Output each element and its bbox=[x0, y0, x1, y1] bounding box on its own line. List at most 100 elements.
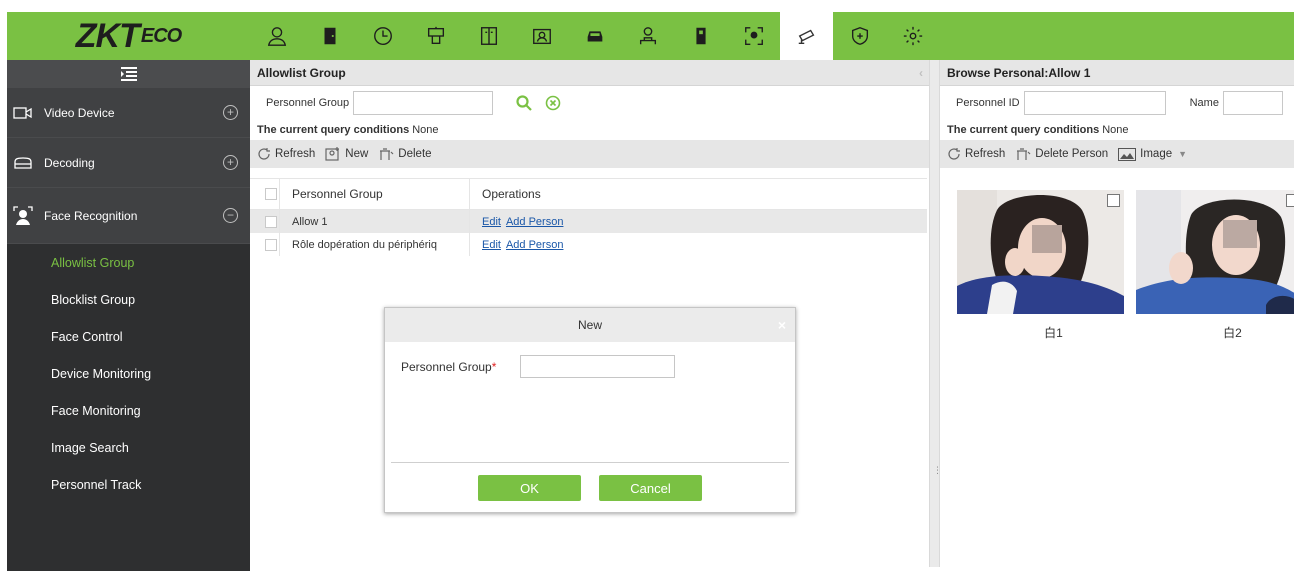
dropdown-caret-icon: ▼ bbox=[1178, 149, 1188, 159]
sidebar-item-personnel-track[interactable]: Personnel Track bbox=[7, 466, 250, 503]
patrol-icon[interactable] bbox=[621, 12, 674, 60]
video-device-icon bbox=[12, 102, 34, 124]
row-group-name: Allow 1 bbox=[280, 210, 470, 233]
sidebar: Video Device + Decoding + Face Recogniti… bbox=[7, 60, 250, 571]
personnel-query-bar: Personnel ID Name bbox=[940, 86, 1294, 119]
photo-checkbox[interactable] bbox=[1286, 194, 1294, 207]
entrance-icon[interactable] bbox=[727, 12, 780, 60]
sidebar-item-allowlist-group[interactable]: Allowlist Group bbox=[7, 244, 250, 281]
personnel-id-label: Personnel ID bbox=[956, 96, 1020, 109]
edit-link[interactable]: Edit bbox=[482, 216, 501, 228]
elevator-icon[interactable] bbox=[409, 12, 462, 60]
person-photo[interactable] bbox=[957, 190, 1124, 314]
visitor-icon[interactable] bbox=[515, 12, 568, 60]
elevator-control-icon[interactable] bbox=[674, 12, 727, 60]
zkteco-logo: ZKT ECO bbox=[75, 16, 182, 55]
sidebar-item-face-monitoring[interactable]: Face Monitoring bbox=[7, 392, 250, 429]
query-conditions: The current query conditions None bbox=[257, 123, 439, 136]
delete-icon bbox=[380, 148, 394, 160]
menu-collapse-icon bbox=[120, 67, 137, 81]
person-photo[interactable] bbox=[1136, 190, 1294, 314]
table-header: Personnel Group Operations bbox=[250, 178, 927, 210]
personnel-group-name-input[interactable] bbox=[520, 355, 676, 378]
sidebar-item-blocklist-group[interactable]: Blocklist Group bbox=[7, 281, 250, 318]
cancel-button[interactable]: Cancel bbox=[599, 475, 702, 501]
video-camera-icon[interactable] bbox=[780, 12, 833, 60]
personnel-photo-list: 白1 白2 bbox=[940, 168, 1294, 341]
security-shield-icon[interactable] bbox=[833, 12, 886, 60]
personnel-group-field-label: Personnel Group* bbox=[401, 359, 497, 374]
dialog-form-row: Personnel Group* bbox=[385, 342, 795, 382]
photo-card[interactable]: 白2 bbox=[1136, 190, 1294, 341]
photo-checkbox[interactable] bbox=[1107, 194, 1120, 207]
top-strip bbox=[0, 0, 1294, 12]
image-icon bbox=[1118, 147, 1137, 161]
new-group-dialog: New × Personnel Group* OK Cancel bbox=[384, 307, 796, 513]
door-icon[interactable] bbox=[303, 12, 356, 60]
expand-plus-icon[interactable]: + bbox=[223, 155, 238, 170]
new-group-icon bbox=[325, 147, 340, 161]
name-input[interactable] bbox=[1222, 90, 1283, 115]
personnel-id-input[interactable] bbox=[1023, 90, 1166, 115]
add-person-link[interactable]: Add Person bbox=[506, 216, 563, 228]
table-row[interactable]: Rôle dopération du périphériq Edit Add P… bbox=[250, 233, 927, 256]
required-marker: * bbox=[491, 359, 497, 374]
ok-button[interactable]: OK bbox=[478, 475, 581, 501]
panel-title: Browse Personal:Allow 1 bbox=[940, 60, 1294, 86]
toolbar: Refresh New Delete bbox=[250, 140, 929, 168]
row-group-name: Rôle dopération du périphériq bbox=[280, 233, 470, 256]
refresh-button[interactable]: Refresh bbox=[257, 147, 315, 161]
sidebar-item-image-search[interactable]: Image Search bbox=[7, 429, 250, 466]
query-conditions: The current query conditions None bbox=[947, 123, 1129, 136]
table-row[interactable]: Allow 1 Edit Add Person bbox=[250, 210, 927, 233]
sidebar-section-video-device[interactable]: Video Device + bbox=[7, 88, 250, 138]
photo-card[interactable]: 白1 bbox=[957, 190, 1124, 341]
panel-title: Allowlist Group ‹ bbox=[250, 60, 929, 86]
personnel-group-table: Personnel Group Operations Allow 1 Edit … bbox=[250, 178, 927, 256]
sidebar-item-device-monitoring[interactable]: Device Monitoring bbox=[7, 355, 250, 392]
sidebar-section-face-recognition[interactable]: Face Recognition − bbox=[7, 188, 250, 244]
decoding-icon bbox=[12, 152, 34, 174]
query-bar: Personnel Group bbox=[250, 86, 929, 119]
refresh-button[interactable]: Refresh bbox=[947, 147, 1005, 161]
select-all-checkbox[interactable] bbox=[265, 188, 277, 200]
dialog-buttons: OK Cancel bbox=[385, 475, 795, 501]
sidebar-section-decoding[interactable]: Decoding + bbox=[7, 138, 250, 188]
search-icon[interactable] bbox=[515, 94, 533, 112]
column-header-personnel-group: Personnel Group bbox=[280, 179, 470, 209]
refresh-icon bbox=[948, 148, 960, 160]
photo-name: 白1 bbox=[1044, 326, 1063, 340]
parking-car-icon[interactable] bbox=[568, 12, 621, 60]
row-checkbox[interactable] bbox=[265, 215, 277, 228]
close-icon[interactable]: × bbox=[778, 317, 786, 333]
row-checkbox[interactable] bbox=[265, 238, 277, 251]
delete-button[interactable]: Delete bbox=[378, 147, 432, 161]
panel-collapse-icon[interactable]: ‹ bbox=[919, 66, 923, 80]
sidebar-submenu: Allowlist Group Blocklist Group Face Con… bbox=[7, 244, 250, 571]
name-label: Name bbox=[1189, 96, 1219, 109]
expand-plus-icon[interactable]: + bbox=[223, 105, 238, 120]
module-nav bbox=[250, 12, 939, 60]
settings-icon[interactable] bbox=[886, 12, 939, 60]
top-navigation-bar: ZKT ECO bbox=[7, 12, 1294, 60]
image-view-button[interactable]: Image ▼ bbox=[1118, 147, 1188, 161]
attendance-clock-icon[interactable] bbox=[356, 12, 409, 60]
clear-query-icon[interactable] bbox=[545, 95, 561, 111]
personnel-icon[interactable] bbox=[250, 12, 303, 60]
dialog-divider bbox=[391, 462, 789, 463]
delete-person-button[interactable]: Delete Person bbox=[1015, 147, 1108, 161]
toolbar: Refresh Delete Person Image ▼ bbox=[940, 140, 1294, 168]
edit-link[interactable]: Edit bbox=[482, 239, 501, 251]
collapse-minus-icon[interactable]: − bbox=[223, 208, 238, 223]
personnel-group-query-input[interactable] bbox=[353, 90, 494, 115]
photo-name: 白2 bbox=[1223, 326, 1242, 340]
face-recognition-icon bbox=[12, 205, 34, 227]
access-panel-icon[interactable] bbox=[462, 12, 515, 60]
panel-splitter[interactable]: ⋮ bbox=[929, 60, 942, 567]
dialog-title-bar: New × bbox=[385, 308, 795, 342]
sidebar-collapse-toggle[interactable] bbox=[7, 60, 250, 88]
sidebar-item-face-control[interactable]: Face Control bbox=[7, 318, 250, 355]
personnel-group-query-label: Personnel Group bbox=[266, 96, 350, 109]
new-button[interactable]: New bbox=[325, 147, 368, 161]
add-person-link[interactable]: Add Person bbox=[506, 239, 563, 251]
